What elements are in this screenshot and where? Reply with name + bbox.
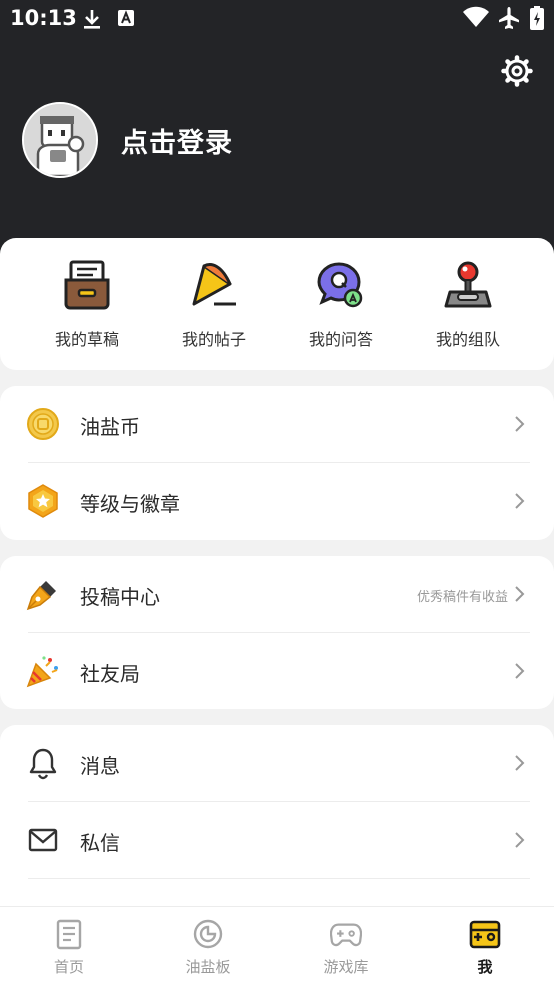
qa-icon [317,260,365,310]
menu-item-notifications[interactable]: 消息 [0,725,554,802]
party-icon [26,654,60,688]
wifi-icon [462,6,490,32]
quick-action-label: 我的草稿 [54,330,119,349]
quick-action-label: 我的帖子 [181,330,246,349]
tab-label: 我 [477,958,493,976]
chevron-right-icon [514,754,526,772]
quick-action-label: 我的问答 [308,330,373,349]
chevron-right-icon [514,492,526,510]
bell-icon [26,746,60,780]
coin-icon [26,407,60,441]
tab-label: 游戏库 [323,958,369,976]
download-icon [82,8,102,34]
menu-item-level-badges[interactable]: 等级与徽章 [0,463,554,540]
status-time: 10:13 [10,6,77,30]
quick-action-posts[interactable]: 我的帖子 [149,260,279,360]
bottom-nav: 首页 油盐板 游戏库 我 [0,906,554,984]
menu-item-submission-center[interactable]: 投稿中心 优秀稿件有收益 [0,556,554,633]
quick-action-drafts[interactable]: 我的草稿 [22,260,152,360]
tab-game-library[interactable]: 游戏库 [277,907,415,984]
tab-board[interactable]: 油盐板 [139,907,277,984]
posts-icon [190,260,238,310]
status-bar: 10:13 [0,0,554,38]
team-icon [444,260,492,310]
badge-icon [26,484,60,518]
chevron-right-icon [514,831,526,849]
chevron-right-icon [514,415,526,433]
airplane-icon [497,6,521,34]
gear-icon [500,55,534,92]
menu-item-private-messages[interactable]: 私信 [0,802,554,879]
login-prompt[interactable]: 点击登录 [121,121,233,160]
avatar[interactable] [22,102,98,178]
messages-group: 消息 私信 [0,725,554,925]
quick-actions-card: 我的草稿 我的帖子 我的问答 我的组队 [0,238,554,370]
drafts-icon [63,260,111,310]
home-doc-icon [53,918,85,950]
tab-me[interactable]: 我 [416,907,554,984]
menu-item-label: 私信 [80,831,120,855]
menu-item-label: 社友局 [80,662,140,686]
creator-group: 投稿中心 优秀稿件有收益 社友局 [0,556,554,709]
menu-item-label: 消息 [80,754,120,778]
menu-item-label: 投稿中心 [80,585,160,609]
tab-home[interactable]: 首页 [0,907,138,984]
menu-item-label: 等级与徽章 [80,492,180,516]
pen-icon [26,577,60,611]
menu-item-club[interactable]: 社友局 [0,633,554,710]
chevron-right-icon [514,662,526,680]
board-icon [192,918,224,950]
menu-item-coins[interactable]: 油盐币 [0,386,554,463]
quick-action-team[interactable]: 我的组队 [403,260,533,360]
wallet-group: 油盐币 等级与徽章 [0,386,554,540]
menu-item-label: 油盐币 [80,415,140,439]
tab-label: 油盐板 [185,958,231,976]
earnings-hint: 优秀稿件有收益 [416,590,508,605]
gamepad-icon [329,918,363,950]
battery-charging-icon [530,6,544,34]
app-a-icon [117,8,135,32]
me-icon [469,918,501,950]
quick-action-qa[interactable]: 我的问答 [276,260,406,360]
chevron-right-icon [514,585,526,603]
avatar-icon [24,104,96,176]
tab-label: 首页 [53,958,84,976]
mail-icon [26,823,60,857]
settings-button[interactable] [500,54,534,88]
quick-action-label: 我的组队 [435,330,500,349]
divider [28,878,530,879]
